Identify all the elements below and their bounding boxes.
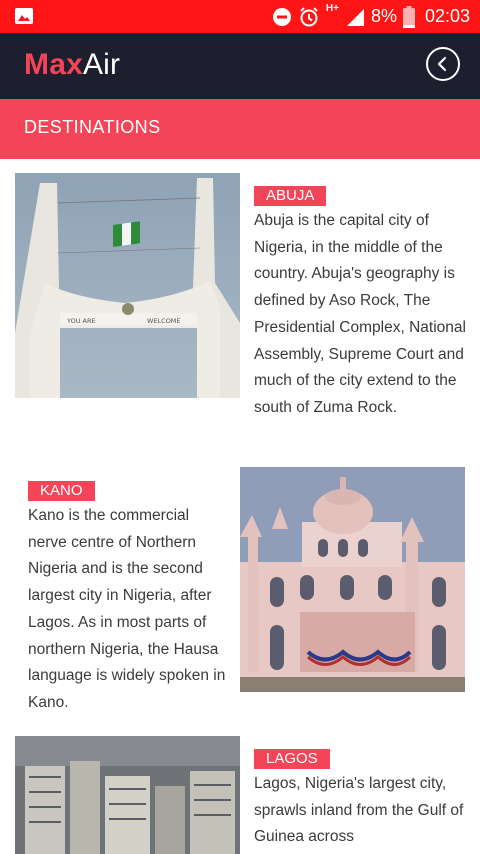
- logo-air: Air: [82, 48, 121, 81]
- destination-description-lagos: Lagos, Nigeria's largest city, sprawls i…: [254, 775, 464, 846]
- logo-max: Max: [24, 48, 83, 81]
- abuja-gate-text-right: WELCOME: [147, 317, 181, 325]
- abuja-gate-text-left: YOU ARE: [66, 317, 96, 325]
- chevron-left-icon: [437, 56, 447, 72]
- destination-description-kano: Kano is the commercial nerve centre of N…: [28, 507, 226, 711]
- section-title: DESTINATIONS: [24, 117, 161, 137]
- kano-image[interactable]: [240, 467, 465, 692]
- clock: 02:03: [424, 6, 470, 26]
- app-logo: MaxAir: [24, 45, 120, 85]
- network-type: H+: [325, 3, 339, 14]
- back-button[interactable]: [426, 47, 460, 81]
- dnd-icon: [272, 7, 291, 26]
- gallery-icon: [15, 8, 33, 24]
- destination-tag-kano: KANO: [28, 481, 95, 501]
- battery-percent: 8%: [370, 6, 397, 26]
- status-bar: H+ 8% 02:03: [0, 0, 480, 33]
- battery-icon: [402, 5, 415, 28]
- signal-icon: [346, 8, 364, 26]
- app-bar: MaxAir: [0, 33, 480, 99]
- destination-tag-lagos: LAGOS: [254, 749, 330, 769]
- alarm-icon: [300, 6, 318, 26]
- abuja-image[interactable]: YOU ARE WELCOME: [15, 173, 240, 398]
- lagos-image[interactable]: [15, 736, 240, 854]
- destination-tag-abuja: ABUJA: [254, 186, 327, 206]
- section-header: DESTINATIONS: [0, 99, 480, 159]
- destination-description-abuja: Abuja is the capital city of Nigeria, in…: [254, 212, 466, 416]
